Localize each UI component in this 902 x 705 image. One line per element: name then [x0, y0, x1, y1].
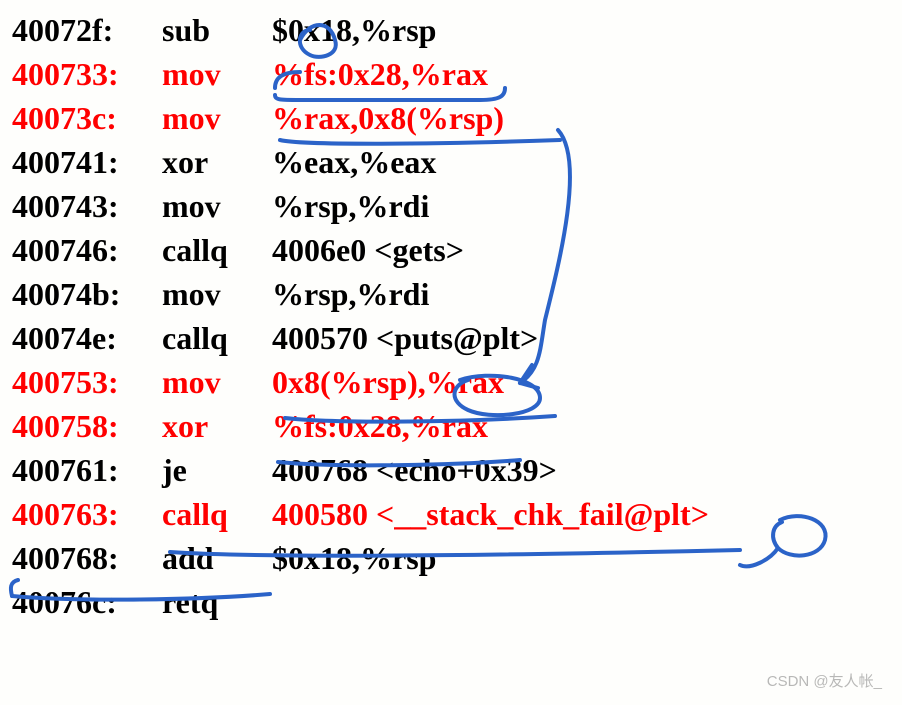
- address: 400746:: [12, 228, 162, 272]
- asm-line: 400741: xor %eax,%eax: [12, 140, 902, 184]
- mnemonic: xor: [162, 140, 272, 184]
- mnemonic: add: [162, 536, 272, 580]
- address: 400743:: [12, 184, 162, 228]
- asm-line: 400758: xor %fs:0x28,%rax: [12, 404, 902, 448]
- asm-line: 400746: callq 4006e0 <gets>: [12, 228, 902, 272]
- operands: $0x18,%rsp: [272, 536, 436, 580]
- operands: 400570 <puts@plt>: [272, 316, 538, 360]
- address: 400753:: [12, 360, 162, 404]
- address: 40072f:: [12, 8, 162, 52]
- address: 40073c:: [12, 96, 162, 140]
- asm-line: 400753: mov 0x8(%rsp),%rax: [12, 360, 902, 404]
- address: 400758:: [12, 404, 162, 448]
- operands: %fs:0x28,%rax: [272, 52, 488, 96]
- operands: $0x18,%rsp: [272, 8, 436, 52]
- mnemonic: sub: [162, 8, 272, 52]
- asm-line: 40076c: retq: [12, 580, 902, 624]
- asm-line: 40074b: mov %rsp,%rdi: [12, 272, 902, 316]
- operands: %rsp,%rdi: [272, 184, 429, 228]
- address: 400761:: [12, 448, 162, 492]
- address: 400768:: [12, 536, 162, 580]
- asm-line: 400761: je 400768 <echo+0x39>: [12, 448, 902, 492]
- asm-line: 400768: add $0x18,%rsp: [12, 536, 902, 580]
- mnemonic: mov: [162, 360, 272, 404]
- operands: 400768 <echo+0x39>: [272, 448, 557, 492]
- asm-line: 400743: mov %rsp,%rdi: [12, 184, 902, 228]
- operands: 400580 <__stack_chk_fail@plt>: [272, 492, 709, 536]
- mnemonic: mov: [162, 96, 272, 140]
- asm-line: 400763: callq 400580 <__stack_chk_fail@p…: [12, 492, 902, 536]
- operands: 0x8(%rsp),%rax: [272, 360, 504, 404]
- watermark: CSDN @友人帐_: [767, 670, 882, 691]
- mnemonic: callq: [162, 316, 272, 360]
- asm-line: 40073c: mov %rax,0x8(%rsp): [12, 96, 902, 140]
- mnemonic: xor: [162, 404, 272, 448]
- mnemonic: mov: [162, 52, 272, 96]
- operands: %rsp,%rdi: [272, 272, 429, 316]
- asm-line: 40074e: callq 400570 <puts@plt>: [12, 316, 902, 360]
- address: 400733:: [12, 52, 162, 96]
- asm-line: 400733: mov %fs:0x28,%rax: [12, 52, 902, 96]
- mnemonic: callq: [162, 228, 272, 272]
- operands: %eax,%eax: [272, 140, 436, 184]
- address: 40074e:: [12, 316, 162, 360]
- operands: %fs:0x28,%rax: [272, 404, 488, 448]
- mnemonic: mov: [162, 272, 272, 316]
- address: 40076c:: [12, 580, 162, 624]
- mnemonic: je: [162, 448, 272, 492]
- mnemonic: mov: [162, 184, 272, 228]
- operands: 4006e0 <gets>: [272, 228, 464, 272]
- disassembly-listing: 40072f: sub $0x18,%rsp 400733: mov %fs:0…: [0, 0, 902, 624]
- address: 400741:: [12, 140, 162, 184]
- mnemonic: retq: [162, 580, 272, 624]
- address: 40074b:: [12, 272, 162, 316]
- operands: %rax,0x8(%rsp): [272, 96, 504, 140]
- asm-line: 40072f: sub $0x18,%rsp: [12, 8, 902, 52]
- address: 400763:: [12, 492, 162, 536]
- mnemonic: callq: [162, 492, 272, 536]
